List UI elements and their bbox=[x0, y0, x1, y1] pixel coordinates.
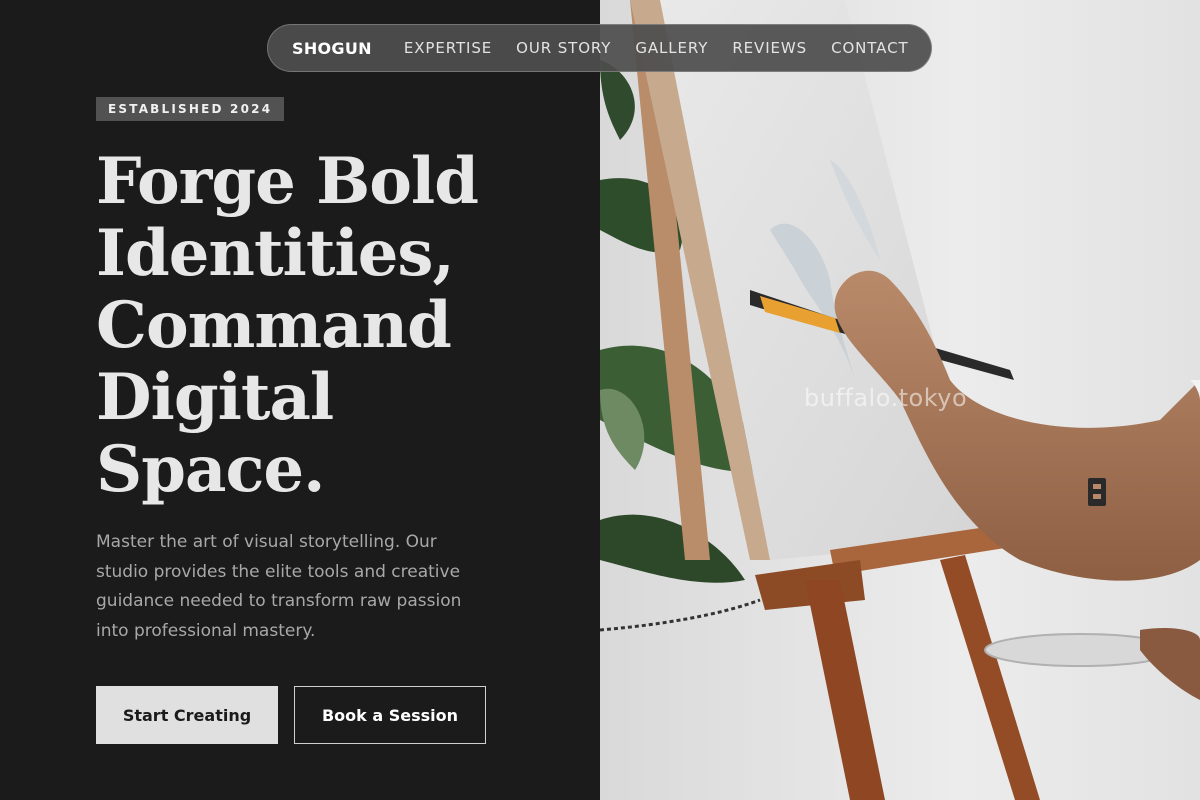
headline-line: Space. bbox=[96, 432, 325, 507]
painting-illustration bbox=[600, 0, 1200, 800]
book-session-button[interactable]: Book a Session bbox=[294, 686, 486, 744]
top-navigation: SHOGUN EXPERTISE OUR STORY GALLERY REVIE… bbox=[267, 24, 932, 72]
headline-line: Command bbox=[96, 288, 452, 363]
headline-line: Forge Bold bbox=[96, 144, 479, 219]
headline-line: Identities, bbox=[96, 216, 455, 291]
nav-link-expertise[interactable]: EXPERTISE bbox=[404, 39, 492, 57]
hero-headline: Forge Bold Identities, Command Digital S… bbox=[96, 146, 576, 506]
headline-line: Digital bbox=[96, 360, 334, 435]
start-creating-button[interactable]: Start Creating bbox=[96, 686, 278, 744]
hero-description: Master the art of visual storytelling. O… bbox=[96, 532, 462, 641]
nav-link-our-story[interactable]: OUR STORY bbox=[516, 39, 611, 57]
hero-image bbox=[600, 0, 1200, 800]
nav-link-contact[interactable]: CONTACT bbox=[831, 39, 908, 57]
brand-logo[interactable]: SHOGUN bbox=[292, 39, 372, 58]
nav-link-gallery[interactable]: GALLERY bbox=[635, 39, 708, 57]
established-badge: ESTABLISHED 2024 bbox=[96, 97, 285, 121]
nav-link-reviews[interactable]: REVIEWS bbox=[732, 39, 807, 57]
